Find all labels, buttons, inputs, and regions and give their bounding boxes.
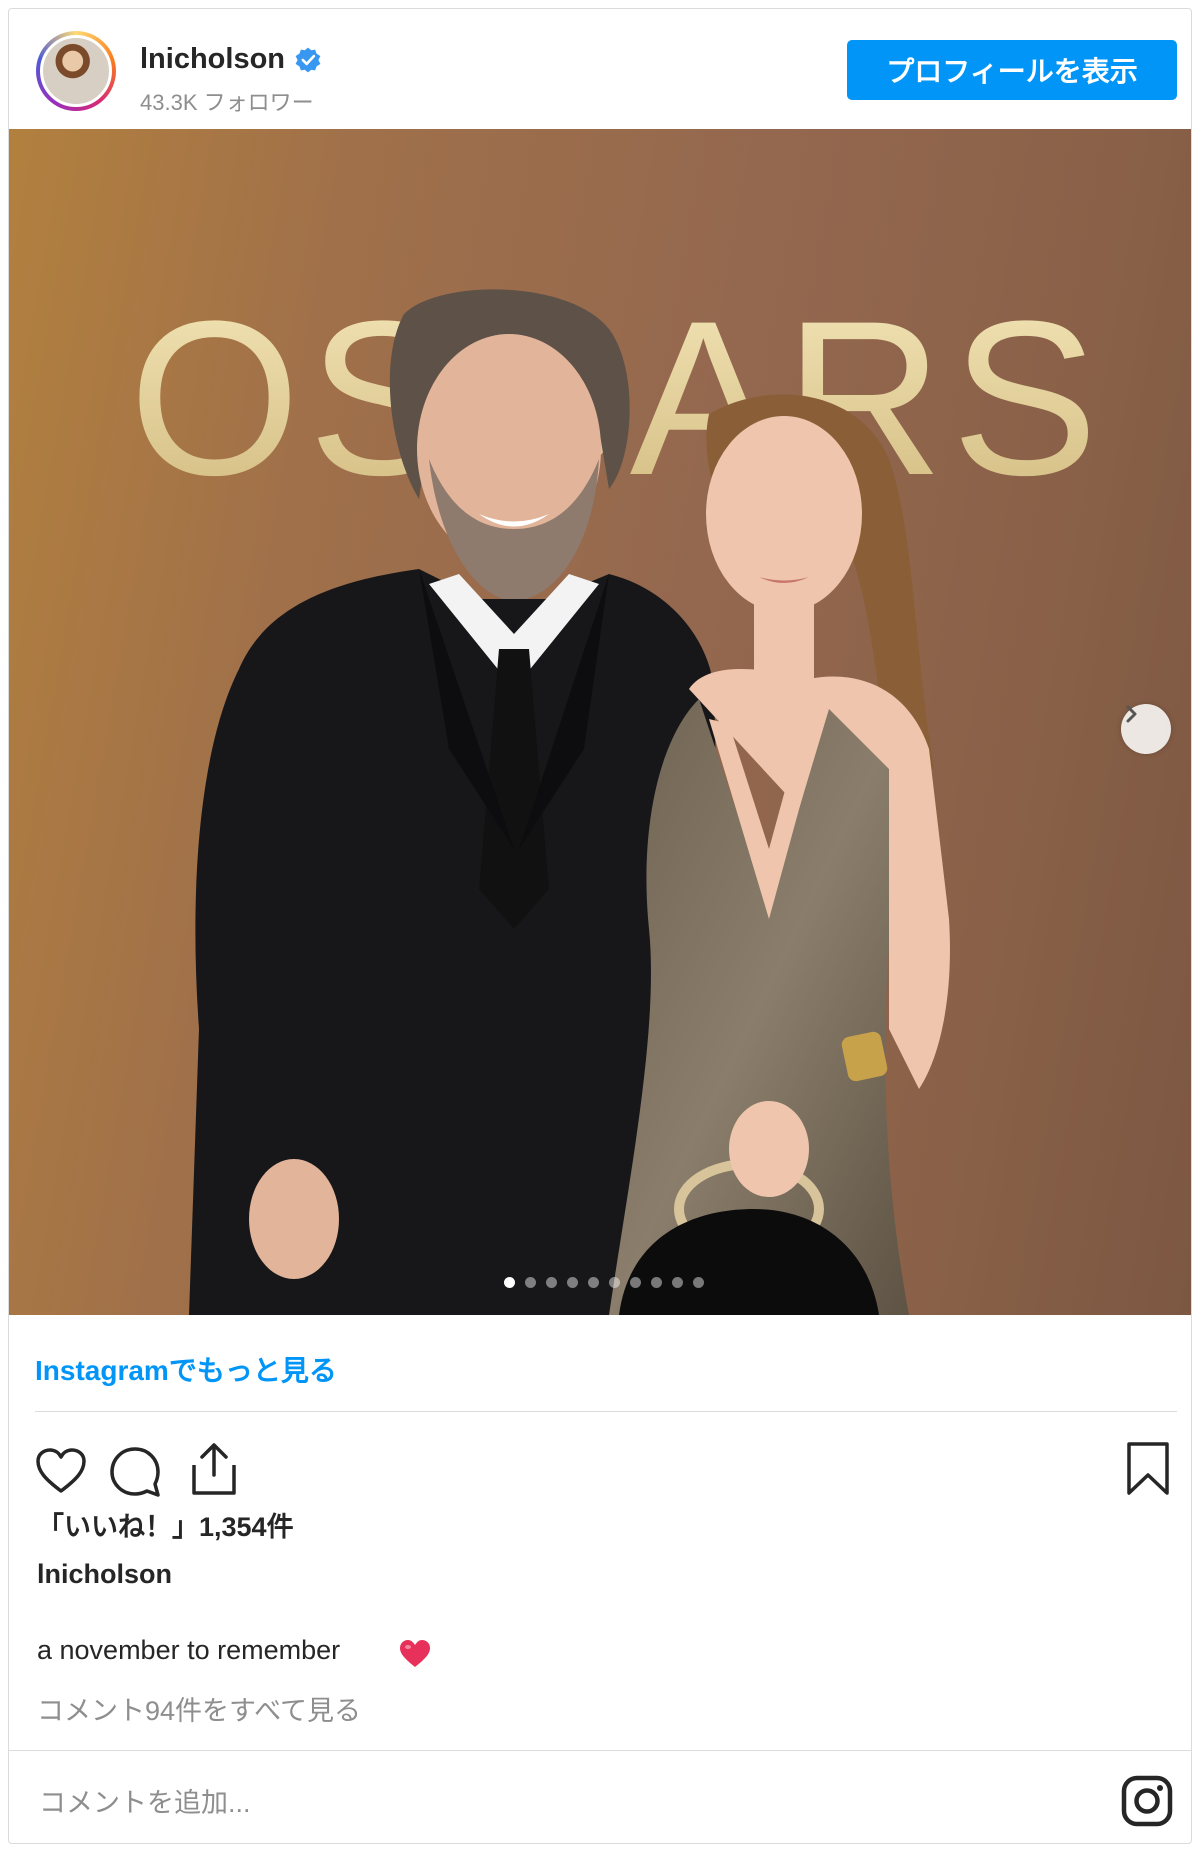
instagram-embed-card: lnicholson 43.3K フォロワー プロフィールを表示 OS	[8, 8, 1192, 1844]
like-count[interactable]: 「いいね！」1,354件	[37, 1505, 294, 1544]
carousel-dot	[672, 1277, 683, 1288]
carousel-dot	[525, 1277, 536, 1288]
heart-emoji	[400, 1640, 430, 1667]
carousel-next-button[interactable]	[1121, 704, 1171, 754]
view-all-comments-link[interactable]: コメント94件をすべて見る	[37, 1689, 361, 1728]
add-comment-input[interactable]	[37, 1777, 1081, 1829]
username[interactable]: lnicholson	[140, 43, 285, 76]
instagram-icon[interactable]	[1121, 1775, 1173, 1827]
comment-icon[interactable]	[109, 1446, 161, 1498]
post-photo[interactable]: OSCARS	[9, 129, 1191, 1315]
carousel-indicator	[499, 1275, 709, 1293]
view-profile-button[interactable]: プロフィールを表示	[847, 40, 1177, 100]
divider	[9, 1750, 1191, 1751]
verified-badge-icon	[295, 47, 321, 73]
caption-username[interactable]: lnicholson	[37, 1559, 172, 1590]
caption-text: a november to remember	[37, 1635, 341, 1665]
carousel-dot	[546, 1277, 557, 1288]
carousel-dot	[609, 1277, 620, 1288]
carousel-dot	[504, 1277, 515, 1288]
post-header: lnicholson 43.3K フォロワー プロフィールを表示	[9, 9, 1191, 129]
bookmark-icon[interactable]	[1125, 1441, 1171, 1497]
photo-illustration: OSCARS	[129, 275, 1098, 1315]
heart-icon[interactable]	[35, 1447, 87, 1495]
avatar[interactable]	[36, 31, 116, 111]
avatar-image	[40, 35, 112, 107]
carousel-dot	[630, 1277, 641, 1288]
carousel-dot	[588, 1277, 599, 1288]
chevron-right-icon	[1126, 705, 1137, 723]
share-icon[interactable]	[189, 1441, 239, 1497]
more-on-instagram-link[interactable]: Instagramでもっと見る	[35, 1349, 337, 1389]
carousel-dot	[693, 1277, 704, 1288]
carousel-dot	[651, 1277, 662, 1288]
carousel-dot	[567, 1277, 578, 1288]
follower-count: 43.3K フォロワー	[140, 90, 314, 115]
divider	[35, 1411, 1177, 1412]
